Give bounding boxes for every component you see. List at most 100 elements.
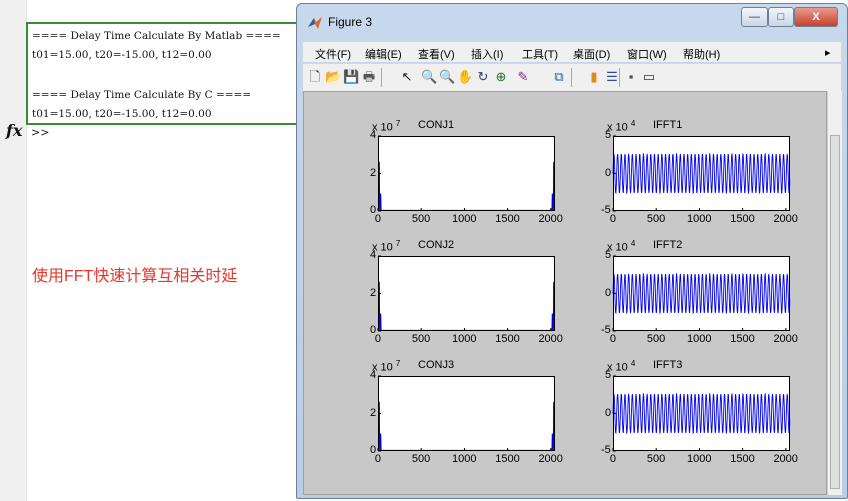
menu-desktop[interactable]: 桌面(D) <box>573 46 610 62</box>
scrollbar-thumb[interactable] <box>830 135 840 489</box>
fx-icon[interactable]: fx <box>6 121 22 140</box>
axis-exponent: x 10 7 <box>372 239 401 254</box>
figure-canvas[interactable]: CONJ1 x 10 7 0 2 4 0 500 1000 1500 2000 IFFT1 x 10 … <box>303 91 827 495</box>
y-tick-label: 2 <box>370 286 377 299</box>
new-figure-icon[interactable]: 🗋 <box>307 69 323 85</box>
figure-title: Figure 3 <box>328 15 373 29</box>
axis-exponent: x 10 4 <box>607 119 636 134</box>
command-window[interactable]: ==== Delay Time Calculate By Matlab ====… <box>0 0 300 501</box>
close-button[interactable]: X <box>794 7 838 27</box>
x-tick-label: 500 <box>646 453 666 465</box>
subplot-ifft2[interactable] <box>612 255 791 332</box>
series-line <box>612 272 791 315</box>
x-tick-label: 1000 <box>687 453 712 465</box>
axis-exponent: x 10 4 <box>607 239 636 254</box>
colorbar-icon[interactable]: ▮ <box>586 69 602 85</box>
zoom-out-icon[interactable]: 🔍 <box>439 69 455 85</box>
y-tick-label: 0 <box>605 166 612 179</box>
maximize-button[interactable]: □ <box>768 7 794 27</box>
subplot-title: CONJ1 <box>418 119 455 131</box>
toolbar-separator <box>381 68 382 87</box>
zoom-in-icon[interactable]: 🔍 <box>421 69 437 85</box>
menu-file[interactable]: 文件(F) <box>315 46 351 62</box>
save-icon[interactable]: 💾 <box>343 69 359 85</box>
toolbar-separator <box>619 68 620 87</box>
annotation-text: 使用FFT快速计算互相关时延 <box>32 268 238 285</box>
subplot-ifft3[interactable] <box>612 375 791 452</box>
y-tick-label: 2 <box>370 166 377 179</box>
axis-exponent: x 10 7 <box>372 359 401 374</box>
axis-exponent: x 10 4 <box>607 359 636 374</box>
hide-plot-tools-icon[interactable]: ▪ <box>623 69 639 85</box>
y-tick-label: 5 <box>605 129 612 141</box>
rotate-3d-icon[interactable]: ↻ <box>475 69 491 85</box>
x-tick-label: 0 <box>374 213 382 225</box>
y-tick-label: 2 <box>370 406 377 419</box>
edit-plot-pointer-icon[interactable]: ↖ <box>399 69 415 85</box>
menu-help[interactable]: 帮助(H) <box>683 46 720 62</box>
x-tick-label: 2000 <box>773 453 798 465</box>
y-tick-label: 5 <box>605 369 612 381</box>
link-plot-icon[interactable]: ⧉ <box>551 69 567 85</box>
command-prompt[interactable]: >> <box>31 126 49 139</box>
output-highlight-box <box>26 22 299 125</box>
y-tick-label: 0 <box>605 406 612 419</box>
menu-insert[interactable]: 插入(I) <box>471 46 503 62</box>
y-tick-label: 4 <box>370 129 377 141</box>
matlab-logo-icon <box>308 17 322 29</box>
x-tick-label: 2000 <box>773 213 798 225</box>
x-tick-label: 1500 <box>495 333 520 345</box>
y-tick-label: 0 <box>605 286 612 299</box>
brush-icon[interactable]: ✎ <box>515 69 531 85</box>
axis-exponent: x 10 7 <box>372 119 401 134</box>
x-tick-label: 500 <box>646 333 666 345</box>
series-line <box>612 392 791 435</box>
axes-box <box>378 376 555 451</box>
menu-view[interactable]: 查看(V) <box>418 46 455 62</box>
legend-icon[interactable]: ☰ <box>604 69 620 85</box>
x-tick-label: 1000 <box>687 333 712 345</box>
pan-hand-icon[interactable]: ✋ <box>457 69 473 85</box>
vertical-scrollbar[interactable] <box>827 91 842 495</box>
axes-box <box>378 256 555 331</box>
x-tick-label: 1500 <box>730 333 755 345</box>
x-tick-label: 0 <box>609 453 617 465</box>
print-icon[interactable]: 🖶 <box>361 69 377 85</box>
menu-window[interactable]: 窗口(W) <box>627 46 667 62</box>
x-tick-label: 1000 <box>452 213 477 225</box>
toolbar-separator <box>571 68 572 87</box>
subplot-conj2[interactable] <box>377 255 555 332</box>
subplot-ifft1[interactable] <box>612 135 791 212</box>
open-file-icon[interactable]: 📂 <box>325 69 341 85</box>
series-line <box>378 281 555 331</box>
command-window-gutter <box>0 0 27 501</box>
x-tick-label: 500 <box>646 213 666 225</box>
x-tick-label: 2000 <box>538 453 563 465</box>
x-tick-label: 2000 <box>773 333 798 345</box>
figure-window[interactable]: Figure 3 — □ X 文件(F) 编辑(E) 查看(V) 插入(I) 工… <box>296 3 848 499</box>
x-tick-label: 1000 <box>452 333 477 345</box>
figure-toolbar: 🗋 📂 💾 🖶 ↖ 🔍 🔍 ✋ ↻ ⊕ ✎ ⧉ ▮ ☰ ▪ ▭ <box>303 63 841 91</box>
menu-overflow-arrow-icon[interactable]: ▸ <box>825 46 831 59</box>
x-tick-label: 1500 <box>730 213 755 225</box>
menu-tools[interactable]: 工具(T) <box>522 46 558 62</box>
x-tick-label: 2000 <box>538 333 563 345</box>
subplot-conj1[interactable] <box>377 135 555 212</box>
subplot-title: IFFT1 <box>653 119 683 131</box>
minimize-button[interactable]: — <box>741 7 768 27</box>
x-tick-label: 0 <box>609 333 617 345</box>
figure-titlebar[interactable]: Figure 3 — □ X <box>297 4 847 38</box>
x-tick-label: 500 <box>411 453 431 465</box>
x-tick-label: 2000 <box>538 213 563 225</box>
axes-box <box>378 136 555 211</box>
menu-edit[interactable]: 编辑(E) <box>365 46 402 62</box>
subplot-title: IFFT2 <box>653 239 683 251</box>
y-tick-label: 5 <box>605 249 612 261</box>
data-cursor-icon[interactable]: ⊕ <box>493 69 509 85</box>
subplot-title: CONJ2 <box>418 239 455 251</box>
show-plot-tools-icon[interactable]: ▭ <box>641 69 657 85</box>
subplot-conj3[interactable] <box>377 375 555 452</box>
series-line <box>612 152 791 195</box>
subplot-title: IFFT3 <box>653 359 683 371</box>
x-tick-label: 1500 <box>495 453 520 465</box>
